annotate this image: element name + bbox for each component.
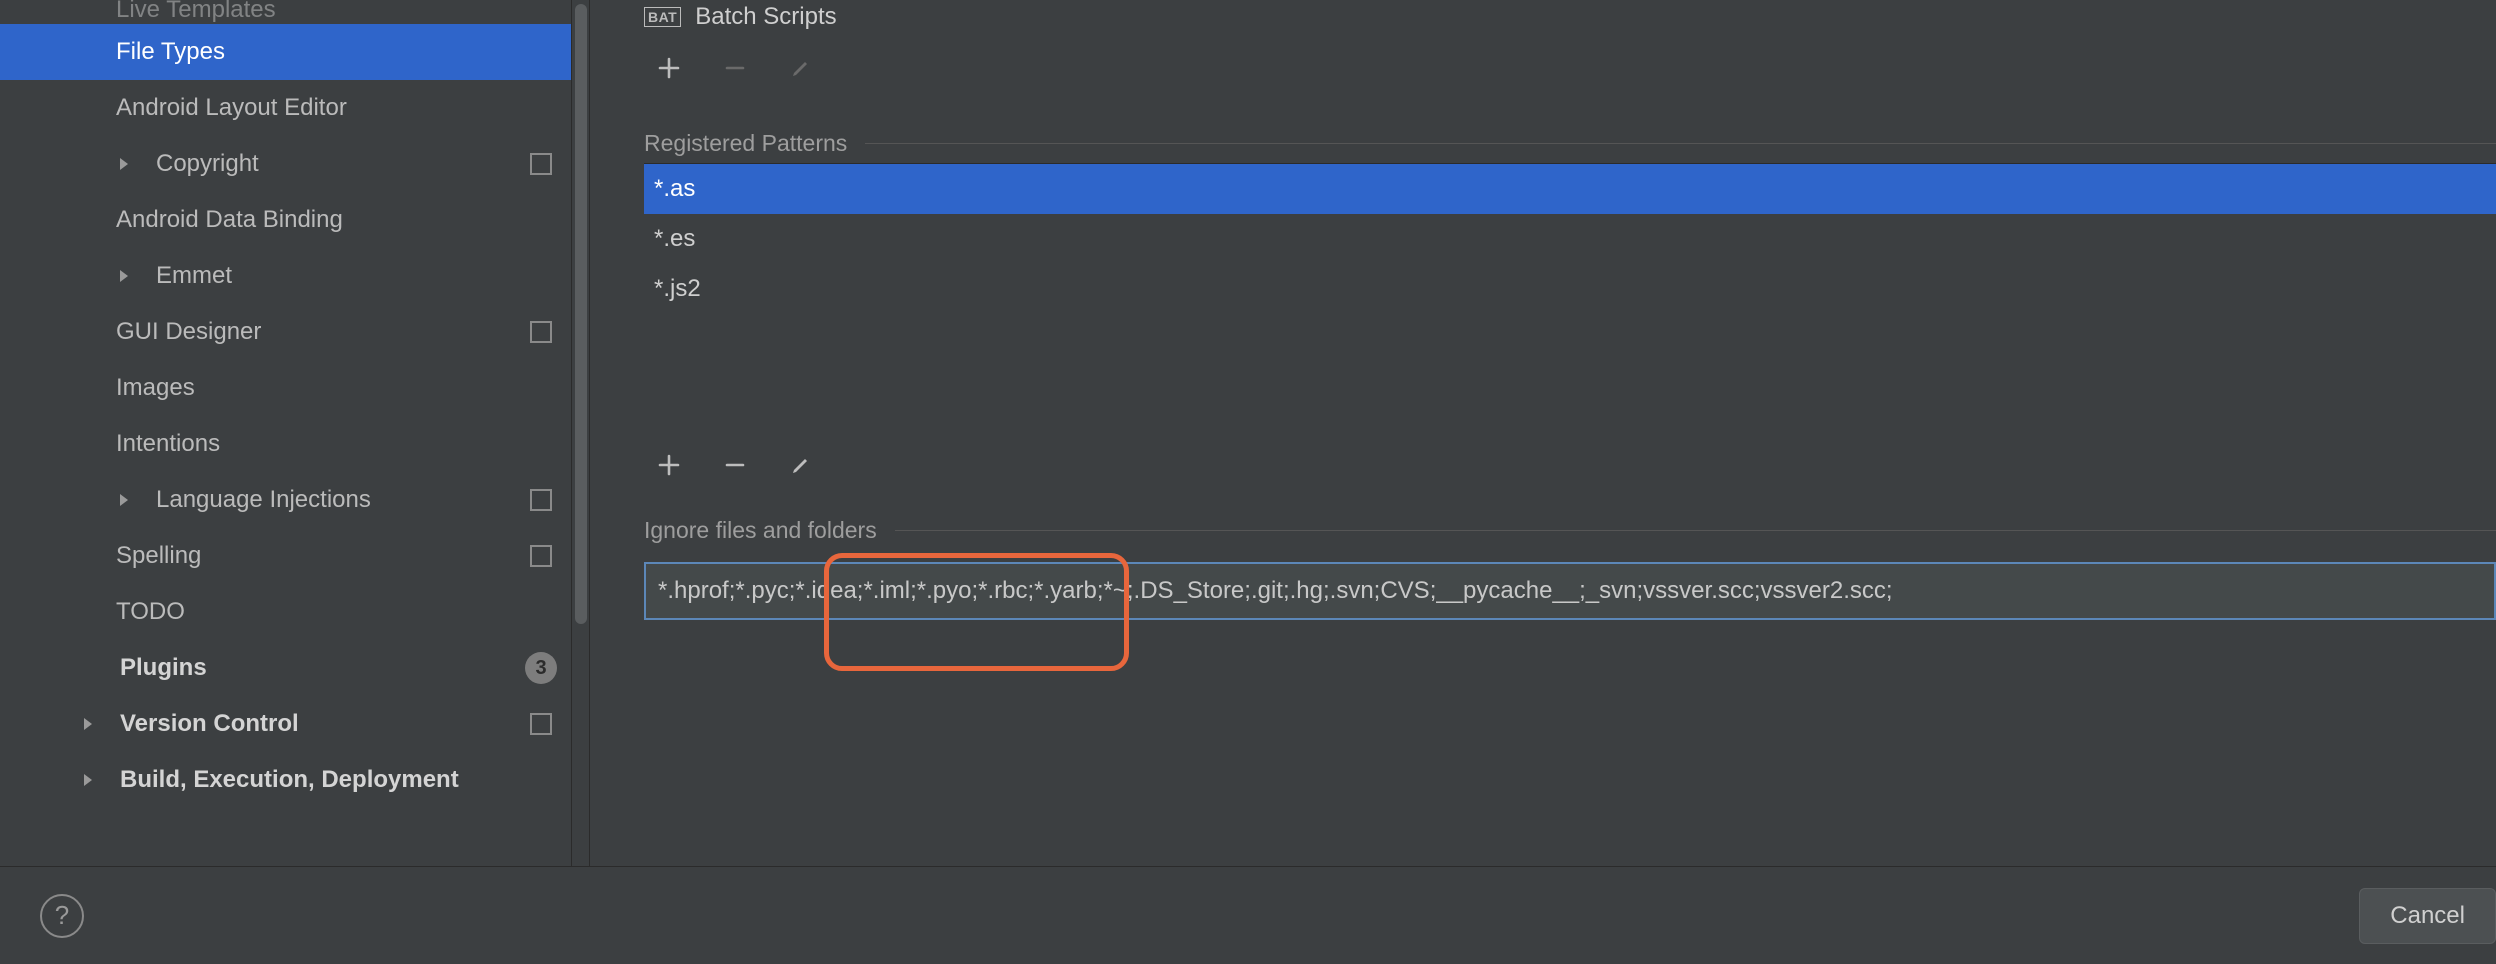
dialog-footer: ? Cancel xyxy=(0,866,2496,964)
scope-icon xyxy=(511,489,571,511)
pattern-row[interactable]: *.as xyxy=(644,164,2496,214)
scope-icon xyxy=(511,153,571,175)
expand-arrow-icon[interactable] xyxy=(80,772,120,788)
filetype-toolbar xyxy=(644,34,2496,102)
sidebar-item-copyright[interactable]: Copyright xyxy=(0,136,571,192)
edit-filetype-button[interactable] xyxy=(786,53,816,83)
sidebar-item-label: Android Data Binding xyxy=(116,206,511,234)
sidebar-item-label: Intentions xyxy=(116,430,511,458)
sidebar-item-plugins[interactable]: Plugins3 xyxy=(0,640,571,696)
add-pattern-button[interactable] xyxy=(654,450,684,480)
filetype-bat-icon: BAT xyxy=(644,7,681,27)
remove-filetype-button[interactable] xyxy=(720,53,750,83)
sidebar-item-label: File Types xyxy=(116,38,511,66)
expand-arrow-icon[interactable] xyxy=(116,492,156,508)
pattern-row[interactable]: *.js2 xyxy=(644,264,2496,314)
remove-pattern-button[interactable] xyxy=(720,450,750,480)
sidebar-item-label: Spelling xyxy=(116,542,511,570)
sidebar-item-label: Images xyxy=(116,374,511,402)
sidebar-item-live-templates[interactable]: Live Templates xyxy=(0,0,571,24)
cancel-button[interactable]: Cancel xyxy=(2359,888,2496,944)
patterns-toolbar xyxy=(644,431,2496,499)
plugins-count-badge: 3 xyxy=(511,652,571,684)
registered-patterns-list[interactable]: *.as*.es*.js2 xyxy=(644,163,2496,427)
sidebar-item-version-control[interactable]: Version Control xyxy=(0,696,571,752)
sidebar-item-android-data-binding[interactable]: Android Data Binding xyxy=(0,192,571,248)
sidebar-scrollbar-thumb[interactable] xyxy=(575,4,587,624)
sidebar-item-gui-designer[interactable]: GUI Designer xyxy=(0,304,571,360)
sidebar-item-intentions[interactable]: Intentions xyxy=(0,416,571,472)
sidebar-scrollbar[interactable] xyxy=(571,0,589,866)
sidebar-item-language-injections[interactable]: Language Injections xyxy=(0,472,571,528)
sidebar-item-emmet[interactable]: Emmet xyxy=(0,248,571,304)
expand-arrow-icon[interactable] xyxy=(80,716,120,732)
sidebar-item-label: GUI Designer xyxy=(116,318,511,346)
sidebar-item-label: Android Layout Editor xyxy=(116,94,511,122)
divider xyxy=(865,143,2496,144)
sidebar-item-label: TODO xyxy=(116,598,511,626)
scope-icon xyxy=(511,545,571,567)
ignore-files-label: Ignore files and folders xyxy=(644,517,877,544)
divider xyxy=(895,530,2496,531)
scope-icon xyxy=(511,321,571,343)
settings-sidebar: Live Templates File Types Android Layout E… xyxy=(0,0,590,866)
sidebar-item-label: Language Injections xyxy=(156,486,511,514)
add-filetype-button[interactable] xyxy=(654,53,684,83)
sidebar-item-label: Plugins xyxy=(120,654,511,682)
scope-icon xyxy=(511,713,571,735)
sidebar-item-label: Live Templates xyxy=(116,0,511,24)
sidebar-item-build-execution-deployment[interactable]: Build, Execution, Deployment xyxy=(0,752,571,808)
sidebar-item-spelling[interactable]: Spelling xyxy=(0,528,571,584)
sidebar-item-images[interactable]: Images xyxy=(0,360,571,416)
sidebar-item-android-layout-editor[interactable]: Android Layout Editor xyxy=(0,80,571,136)
edit-pattern-button[interactable] xyxy=(786,450,816,480)
sidebar-item-file-types[interactable]: File Types xyxy=(0,24,571,80)
sidebar-item-label: Emmet xyxy=(156,262,511,290)
help-button[interactable]: ? xyxy=(40,894,84,938)
filetype-list-item[interactable]: BAT Batch Scripts xyxy=(644,0,2496,34)
sidebar-item-todo[interactable]: TODO xyxy=(0,584,571,640)
expand-arrow-icon[interactable] xyxy=(116,156,156,172)
sidebar-item-label: Build, Execution, Deployment xyxy=(120,766,511,794)
sidebar-item-label: Copyright xyxy=(156,150,511,178)
expand-arrow-icon[interactable] xyxy=(116,268,156,284)
filetype-label: Batch Scripts xyxy=(695,3,836,31)
pattern-row[interactable]: *.es xyxy=(644,214,2496,264)
ignore-files-input[interactable] xyxy=(644,562,2496,620)
settings-content: BAT Batch Scripts Registered Patterns *.… xyxy=(590,0,2496,866)
sidebar-item-label: Version Control xyxy=(120,710,511,738)
registered-patterns-label: Registered Patterns xyxy=(644,130,847,157)
